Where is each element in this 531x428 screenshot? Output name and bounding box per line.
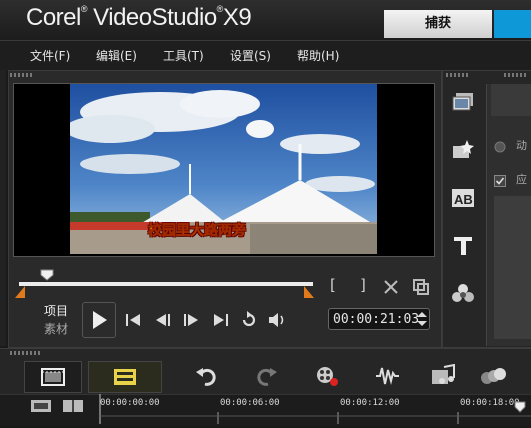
speaker-icon (269, 313, 284, 327)
menu-file[interactable]: 文件(F) (30, 47, 70, 64)
tab-capture[interactable]: 捕获 (384, 10, 492, 38)
play-icon (93, 311, 107, 329)
tab-edit[interactable] (494, 10, 531, 38)
app-product: VideoStudio (93, 4, 217, 31)
menu-help[interactable]: 帮助(H) (297, 47, 339, 64)
mark-out-button[interactable]: ] (360, 276, 366, 294)
ruler-label: 00:00:12:00 (340, 398, 400, 408)
timeline-playhead-icon[interactable] (514, 398, 526, 417)
ruler-label: 00:00:00:00 (100, 398, 160, 408)
library-grip[interactable] (446, 73, 468, 77)
end-button[interactable] (210, 310, 232, 330)
title-ab-icon[interactable]: AB (450, 186, 476, 210)
split-clip-icon[interactable] (382, 278, 400, 300)
panel-grip[interactable] (10, 73, 32, 77)
play-button[interactable] (82, 302, 116, 338)
timecode-field[interactable]: 00:00:21:03 (328, 308, 430, 330)
menu-edit[interactable]: 编辑(E) (96, 47, 137, 64)
media-icon[interactable] (450, 90, 476, 114)
library-preview-area (494, 196, 531, 339)
mark-in-button[interactable]: [ (330, 276, 336, 294)
mark-out-handle[interactable] (304, 283, 314, 302)
enlarge-icon[interactable] (412, 278, 430, 300)
repeat-button[interactable] (238, 310, 260, 330)
repeat-icon (242, 311, 256, 327)
option2-label: 应 (516, 173, 527, 186)
app-brand: Corel (26, 4, 81, 31)
undo-icon[interactable] (193, 364, 219, 388)
home-button[interactable] (122, 310, 144, 330)
next-frame-button[interactable] (180, 310, 202, 330)
ruler-label: 00:00:06:00 (220, 398, 280, 408)
app-version: X9 (222, 4, 252, 31)
motion-tracking-icon[interactable] (480, 364, 506, 388)
track-manager-icon[interactable] (30, 398, 52, 418)
redo-icon[interactable] (254, 364, 280, 388)
mode-project[interactable]: 项目 (44, 302, 68, 319)
skip-start-icon (126, 314, 140, 326)
prev-frame-icon (156, 314, 170, 326)
instant-project-icon[interactable] (450, 138, 476, 162)
menu-tools[interactable]: 工具(T) (163, 47, 204, 64)
previous-frame-button[interactable] (152, 310, 174, 330)
volume-button[interactable] (266, 310, 288, 330)
timeline-view-icon (114, 369, 136, 385)
filter-icon[interactable] (450, 282, 476, 306)
library-grip-2[interactable] (504, 73, 526, 77)
option-radio[interactable] (494, 138, 506, 157)
skip-end-icon (214, 314, 228, 326)
svg-text:AB: AB (454, 192, 473, 207)
scrub-track[interactable] (19, 282, 313, 286)
sound-mixer-icon[interactable] (374, 364, 400, 388)
chapter-point-icon[interactable] (62, 398, 84, 418)
timecode-value: 00:00:21:03 (333, 312, 420, 327)
apply-checkbox[interactable] (494, 172, 506, 191)
option1-label: 动 (516, 139, 527, 152)
storyboard-view-button[interactable] (24, 361, 82, 393)
library-dropdown[interactable] (491, 84, 531, 116)
auto-music-icon[interactable] (430, 363, 456, 388)
video-subtitle: 校园里大路两旁 (148, 223, 247, 240)
mode-clip[interactable]: 素材 (44, 320, 68, 337)
next-frame-icon (184, 314, 198, 326)
timeline-grip[interactable] (10, 351, 40, 355)
mark-in-handle[interactable] (15, 283, 25, 302)
text-t-icon[interactable] (450, 234, 476, 258)
timeline-view-button[interactable] (88, 361, 162, 393)
menu-settings[interactable]: 设置(S) (230, 47, 271, 64)
scrub-handle[interactable] (40, 266, 54, 281)
storyboard-view-icon (41, 368, 65, 386)
timecode-stepper[interactable] (416, 310, 428, 332)
record-capture-icon[interactable] (314, 364, 340, 388)
desktop-edge (0, 70, 6, 346)
ruler-label: 00:00:18:00 (460, 398, 520, 408)
app-title: Corel® VideoStudio®X9 (26, 4, 252, 31)
